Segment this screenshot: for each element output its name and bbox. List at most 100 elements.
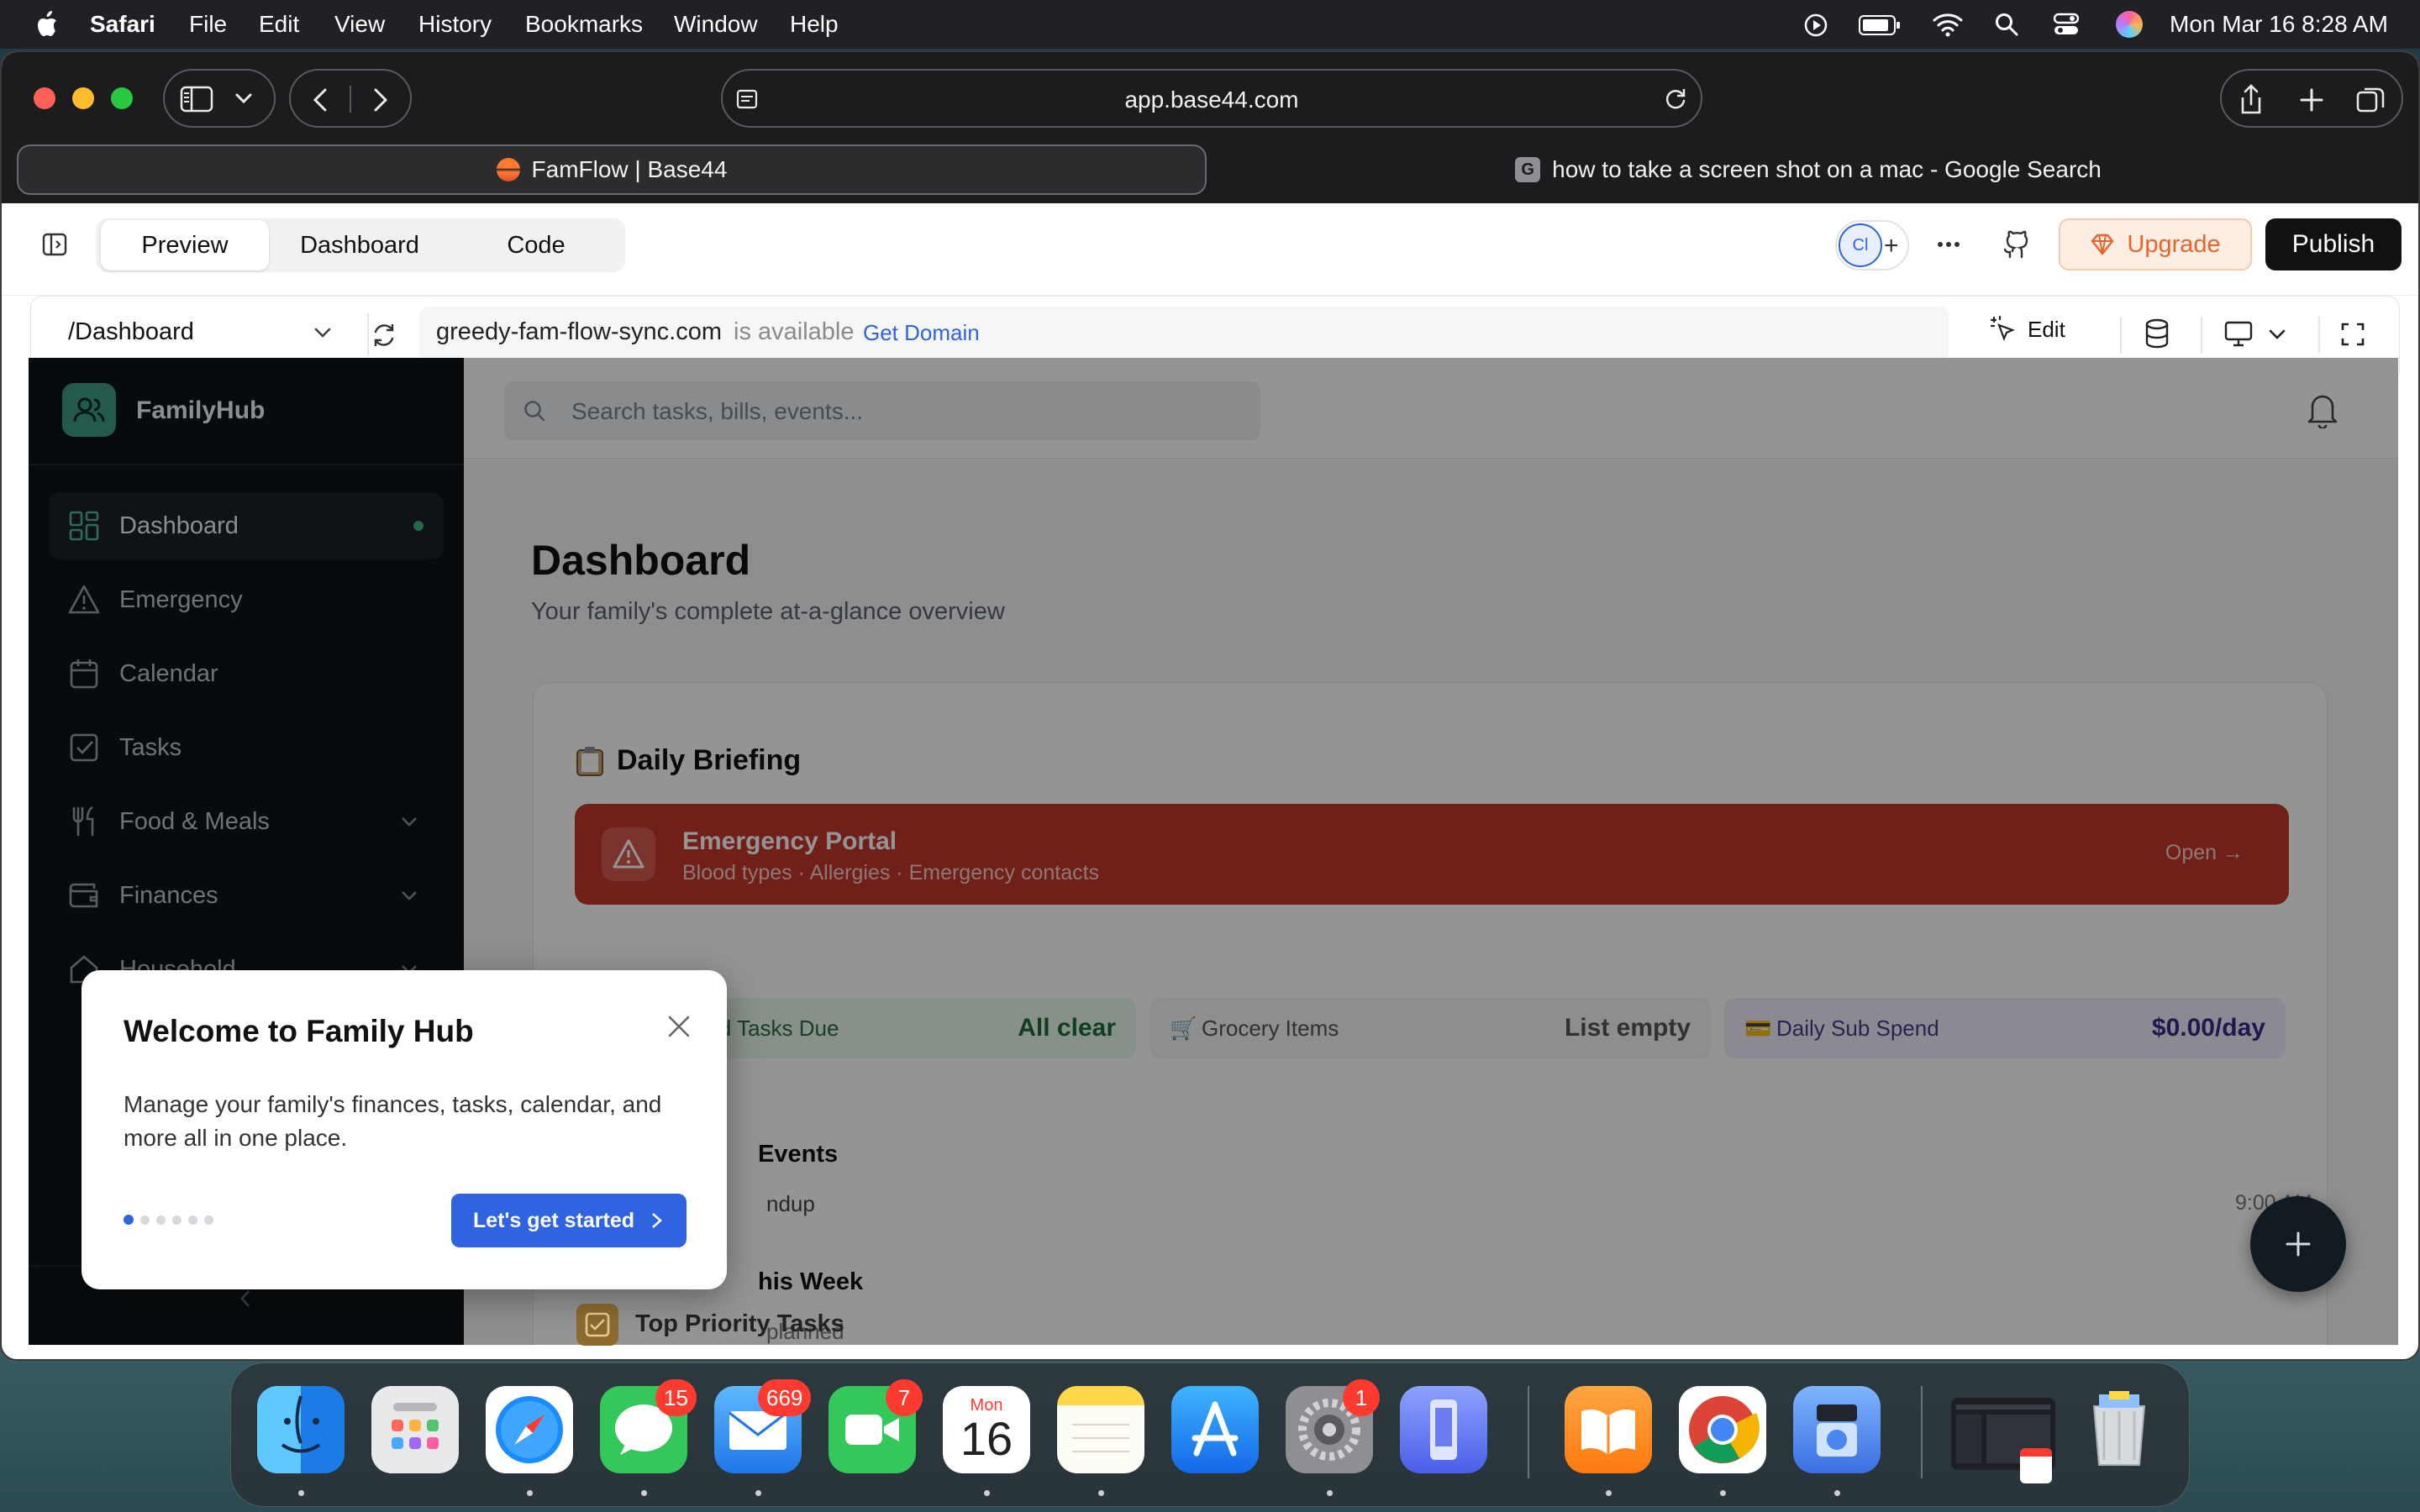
reload-icon[interactable] <box>1664 87 1687 115</box>
app-store-icon[interactable] <box>1171 1386 1259 1473</box>
upgrade-button[interactable]: Upgrade <box>2059 218 2252 270</box>
menu-file[interactable]: File <box>189 11 227 38</box>
panel-toggle-icon[interactable] <box>42 232 67 261</box>
menu-window[interactable]: Window <box>674 11 758 38</box>
step-dot <box>188 1215 197 1225</box>
sidebar-toggle-icon[interactable] <box>180 86 213 117</box>
edit-button[interactable]: Edit <box>1989 315 2065 344</box>
modal-body: Manage your family's finances, tasks, ca… <box>124 1091 662 1151</box>
close-window-button[interactable] <box>34 87 55 109</box>
publish-button[interactable]: Publish <box>2265 218 2402 270</box>
menu-app-name[interactable]: Safari <box>90 11 155 38</box>
chrome-icon[interactable] <box>1679 1386 1766 1473</box>
running-indicator <box>1834 1490 1840 1496</box>
menu-bar: Safari File Edit View History Bookmarks … <box>0 0 2420 49</box>
new-tab-icon[interactable] <box>2299 87 2324 117</box>
close-icon[interactable] <box>666 1014 692 1043</box>
welcome-modal: Welcome to Family Hub Manage your family… <box>82 970 727 1289</box>
github-icon[interactable] <box>2002 228 2030 263</box>
books-icon[interactable] <box>1565 1386 1652 1473</box>
priority-heading: Top Priority Tasks <box>635 1310 844 1337</box>
calendar-app-icon[interactable]: Mon 16 <box>943 1386 1030 1473</box>
step-dot <box>156 1215 166 1225</box>
tab-famflow[interactable]: FamFlow | Base44 <box>17 144 1207 195</box>
address-bar[interactable]: app.base44.com <box>721 69 1702 128</box>
menu-history[interactable]: History <box>418 11 492 38</box>
mode-dashboard[interactable]: Dashboard <box>276 220 444 270</box>
plus-icon <box>2286 1231 2311 1257</box>
siri-icon[interactable] <box>2116 11 2143 38</box>
chevron-right-icon <box>652 1213 663 1228</box>
preview-app-icon[interactable] <box>1793 1386 1881 1473</box>
menu-edit[interactable]: Edit <box>259 11 299 38</box>
back-icon[interactable] <box>311 87 329 117</box>
running-indicator <box>1606 1490 1612 1496</box>
sidebar-toggle-group[interactable] <box>163 69 276 128</box>
get-started-button[interactable]: Let's get started <box>451 1194 687 1247</box>
apple-icon[interactable] <box>34 10 59 39</box>
menu-bookmarks[interactable]: Bookmarks <box>525 11 643 38</box>
notes-icon[interactable] <box>1057 1386 1144 1473</box>
chevron-down-icon[interactable] <box>234 92 254 110</box>
running-indicator <box>755 1490 761 1496</box>
route-chevron-icon[interactable] <box>313 327 332 343</box>
database-icon[interactable] <box>2144 318 2170 353</box>
menu-help[interactable]: Help <box>790 11 839 38</box>
edit-label: Edit <box>2028 316 2065 342</box>
get-domain-link[interactable]: Get Domain <box>863 320 980 346</box>
step-dot <box>204 1215 213 1225</box>
fab-add-button[interactable] <box>2250 1196 2346 1292</box>
tab-overview-icon[interactable] <box>2356 86 2386 118</box>
running-indicator <box>1720 1490 1726 1496</box>
forward-icon[interactable] <box>371 87 390 117</box>
add-collaborator-icon[interactable]: + <box>1884 232 1899 260</box>
url-text[interactable]: app.base44.com <box>723 87 1701 113</box>
device-chevron-icon[interactable] <box>2268 328 2286 344</box>
favicon-base44-icon <box>496 158 520 181</box>
fullscreen-icon[interactable] <box>2340 322 2365 351</box>
nav-divider <box>350 86 351 113</box>
refresh-preview-icon[interactable] <box>371 322 397 353</box>
desktop-view-icon[interactable] <box>2224 320 2253 351</box>
tab-title: FamFlow | Base44 <box>531 156 728 182</box>
wifi-icon[interactable] <box>1933 12 1963 43</box>
facetime-badge: 7 <box>886 1379 923 1416</box>
collaborators[interactable]: Cl + <box>1835 220 1909 270</box>
safari-icon[interactable] <box>486 1386 573 1473</box>
avatar[interactable]: Cl <box>1839 223 1882 267</box>
mode-code[interactable]: Code <box>452 220 620 270</box>
simulator-icon[interactable] <box>1400 1386 1487 1473</box>
zoom-window-button[interactable] <box>111 87 133 109</box>
browser-actions <box>2220 69 2403 128</box>
dock-separator <box>1921 1386 1923 1478</box>
launchpad-icon[interactable] <box>371 1386 459 1473</box>
step-dot <box>172 1215 182 1225</box>
settings-badge: 1 <box>1343 1379 1380 1416</box>
tab-title: how to take a screen shot on a mac - Goo… <box>1552 156 2102 182</box>
mode-preview[interactable]: Preview <box>101 220 269 270</box>
control-center-icon[interactable] <box>2053 13 2080 42</box>
share-icon[interactable] <box>2238 82 2264 120</box>
step-dot-active <box>124 1215 134 1225</box>
trash-icon[interactable] <box>2075 1386 2163 1473</box>
messages-badge: 15 <box>655 1379 697 1416</box>
battery-icon[interactable] <box>1859 14 1901 42</box>
calendar-day: 16 <box>960 1412 1013 1465</box>
running-indicator <box>1327 1490 1333 1496</box>
tab-google-search[interactable]: G how to take a screen shot on a mac - G… <box>1212 144 2405 195</box>
google-favicon-icon: G <box>1515 157 1541 182</box>
more-options-icon[interactable] <box>1936 232 1961 261</box>
menu-view[interactable]: View <box>334 11 385 38</box>
dock-separator <box>1528 1386 1529 1478</box>
running-indicator <box>298 1490 304 1496</box>
domain-status: is available <box>734 318 855 345</box>
minimize-window-button[interactable] <box>72 87 94 109</box>
play-icon[interactable] <box>1803 13 1828 44</box>
mail-badge: 669 <box>758 1379 812 1416</box>
divider <box>2201 317 2202 354</box>
finder-icon[interactable] <box>257 1386 345 1473</box>
spotlight-search-icon[interactable] <box>1995 13 2018 42</box>
running-indicator <box>527 1490 533 1496</box>
menu-clock[interactable]: Mon Mar 16 8:28 AM <box>2170 11 2388 38</box>
route-select[interactable]: /Dashboard <box>68 318 194 346</box>
